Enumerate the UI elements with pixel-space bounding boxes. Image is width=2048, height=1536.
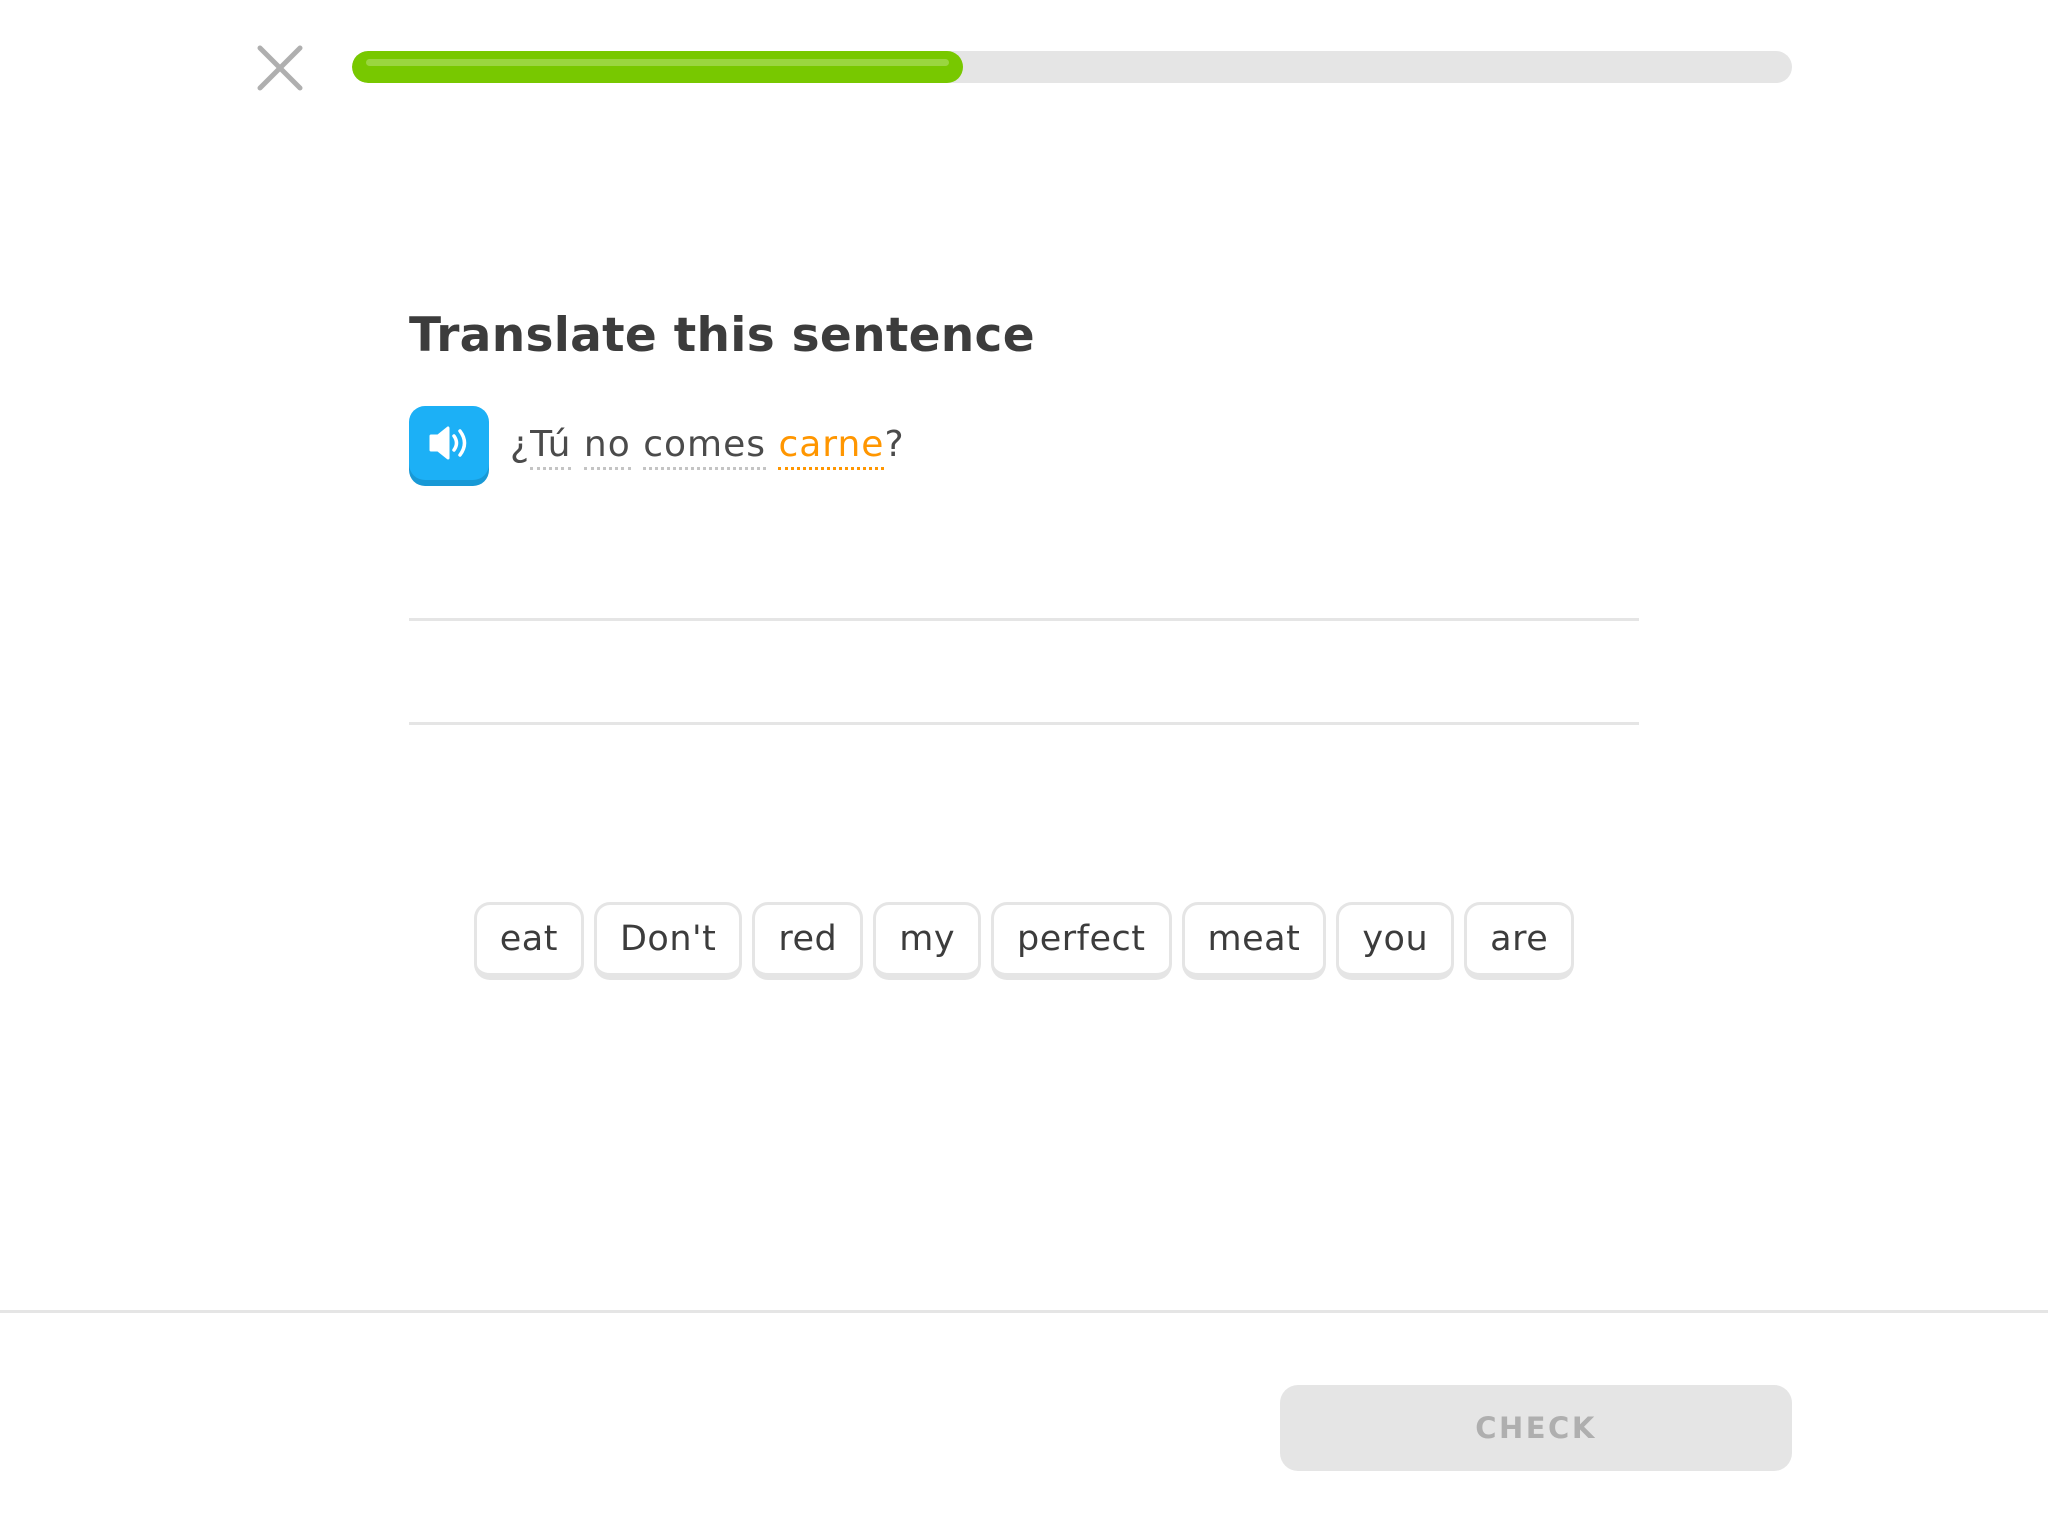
- answer-line[interactable]: [409, 618, 1639, 621]
- word-tile[interactable]: you: [1336, 902, 1455, 980]
- close-icon[interactable]: [252, 40, 308, 96]
- sentence-trail-punctuation: ?: [884, 424, 905, 465]
- progress-shine: [366, 59, 949, 66]
- progress-fill: [352, 51, 963, 83]
- word-tile[interactable]: are: [1464, 902, 1575, 980]
- sentence-lead-punctuation: ¿: [510, 424, 531, 465]
- footer-divider: [0, 1310, 2048, 1313]
- lesson-screen: Translate this sentence ¿Tú no comes car…: [0, 0, 2048, 1536]
- prompt-sentence: ¿Tú no comes carne?: [510, 424, 905, 470]
- word-bank: eat Don't red my perfect meat you are: [0, 902, 2048, 980]
- speaker-button[interactable]: [409, 406, 489, 480]
- challenge-instruction: Translate this sentence: [409, 308, 1035, 363]
- sentence-word[interactable]: Tú: [530, 424, 572, 470]
- word-tile[interactable]: eat: [473, 902, 584, 980]
- word-tile[interactable]: Don't: [593, 902, 743, 980]
- progress-bar: [352, 51, 1792, 83]
- word-tile[interactable]: meat: [1181, 902, 1327, 980]
- speaker-icon: [429, 426, 467, 460]
- check-button[interactable]: CHECK: [1280, 1385, 1792, 1471]
- sentence-word-new[interactable]: carne: [778, 424, 885, 470]
- sentence-word[interactable]: no: [583, 424, 631, 470]
- answer-line[interactable]: [409, 722, 1639, 725]
- sentence-word[interactable]: comes: [643, 424, 766, 470]
- word-tile[interactable]: my: [873, 902, 982, 980]
- word-tile[interactable]: red: [752, 902, 864, 980]
- word-tile[interactable]: perfect: [991, 902, 1172, 980]
